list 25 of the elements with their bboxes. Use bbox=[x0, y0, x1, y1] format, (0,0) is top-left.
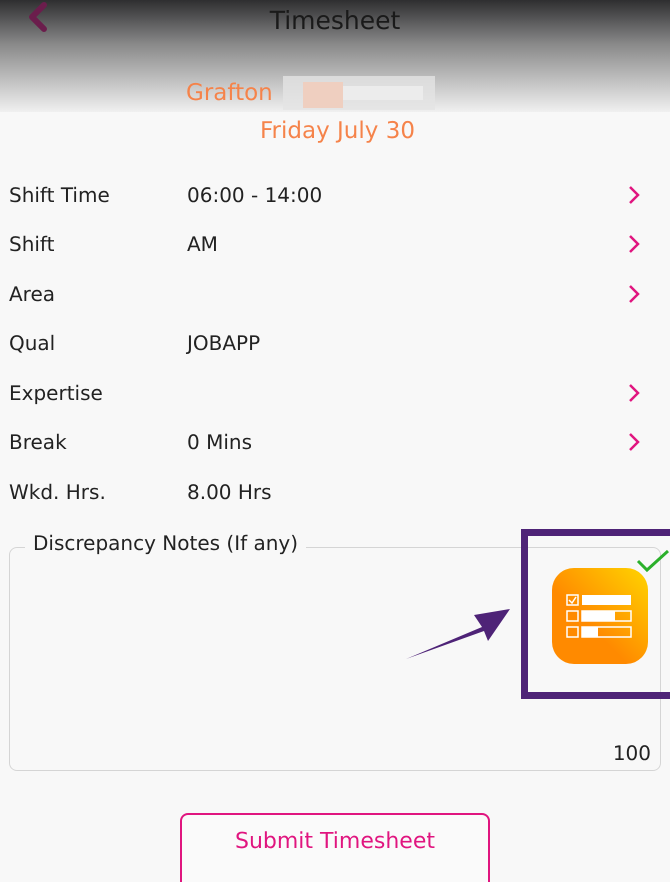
shift-date: Friday July 30 bbox=[259, 118, 416, 144]
field-value: 8.00 Hrs bbox=[187, 480, 273, 504]
submit-button[interactable]: Submit Timesheet bbox=[180, 812, 490, 882]
chevron-right-icon[interactable] bbox=[628, 184, 640, 205]
field-value: 0 Mins bbox=[187, 430, 253, 454]
chevron-right-icon[interactable] bbox=[628, 382, 640, 403]
field-value: JOBAPP bbox=[187, 331, 262, 356]
field-label: Wkd. Hrs. bbox=[9, 480, 107, 504]
chevron-right-icon[interactable] bbox=[628, 432, 640, 452]
field-value: 06:00 - 14:00 bbox=[187, 182, 324, 207]
field-label: Qual bbox=[9, 331, 56, 356]
form-app-icon bbox=[552, 568, 648, 664]
checkmark-icon bbox=[636, 548, 670, 572]
field-label: Shift bbox=[9, 232, 56, 256]
field-label: Shift Time bbox=[9, 182, 111, 207]
field-label: Expertise bbox=[9, 380, 104, 405]
field-label: Break bbox=[9, 430, 68, 454]
chevron-right-icon[interactable] bbox=[628, 234, 640, 254]
character-counter: 100 bbox=[612, 740, 651, 764]
back-icon[interactable] bbox=[26, 2, 48, 32]
location-name: Grafton bbox=[186, 80, 273, 106]
screen-title: Timesheet bbox=[270, 6, 400, 34]
field-value: AM bbox=[187, 232, 219, 256]
field-label: Area bbox=[9, 282, 56, 306]
chevron-right-icon[interactable] bbox=[628, 284, 640, 304]
